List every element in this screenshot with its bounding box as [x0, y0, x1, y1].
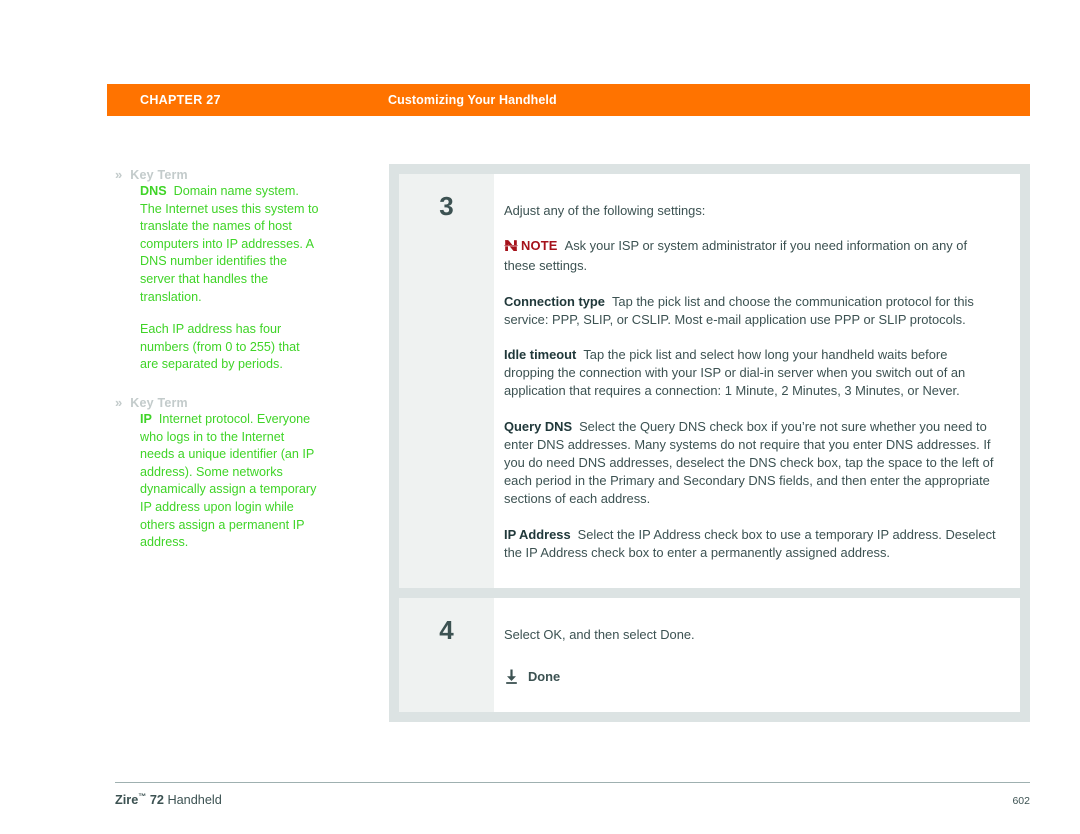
step-content: Adjust any of the following settings: NO… — [494, 174, 1020, 589]
key-term-block-ip: » Key Term IP Internet protocol. Everyone… — [115, 396, 320, 552]
footer-model: 72 — [149, 793, 164, 808]
key-term-block-dns: » Key Term DNS Domain name system. The In… — [115, 168, 320, 374]
setting-connection-type: Connection type Tap the pick list and cho… — [504, 293, 998, 329]
step-intro-text: Select OK, and then select Done. — [504, 627, 695, 643]
step-number: 3 — [439, 191, 454, 221]
chapter-label: CHAPTER 27 — [140, 93, 221, 107]
step-number: 4 — [439, 615, 454, 646]
key-term-text: Internet protocol. Everyone who logs in … — [140, 411, 317, 550]
setting-name: Idle timeout — [504, 347, 577, 363]
key-term-header: » Key Term — [115, 168, 320, 182]
step-number-cell: 4 — [399, 598, 494, 713]
done-button[interactable]: Done — [504, 668, 998, 686]
note-text: Ask your ISP or system administrator if … — [504, 238, 968, 274]
note-flag-icon — [504, 239, 518, 257]
key-term-header: » Key Term — [115, 396, 320, 410]
page-number: 602 — [1012, 795, 1030, 808]
setting-name: IP Address — [504, 526, 571, 542]
setting-idle-timeout: Idle timeout Tap the pick list and select… — [504, 346, 998, 401]
key-term-text: Domain name system. The Internet uses th… — [140, 184, 319, 304]
key-term-word: DNS — [140, 184, 167, 198]
step-intro-text: Adjust any of the following settings: — [504, 203, 706, 218]
step-content: Select OK, and then select Done. Done — [494, 598, 1020, 713]
setting-text: Select the Query DNS check box if you’re… — [504, 418, 994, 507]
key-term-definition: DNS Domain name system. The Internet uses… — [140, 183, 320, 374]
setting-name: Connection type — [504, 293, 605, 309]
setting-query-dns: Query DNS Select the Query DNS check box … — [504, 418, 998, 509]
setting-name: Query DNS — [504, 418, 573, 434]
header-title: Customizing Your Handheld — [388, 93, 557, 107]
key-term-extra-paragraph: Each IP address has four numbers (from 0… — [140, 322, 300, 372]
key-term-word: IP — [140, 411, 152, 426]
chapter-header-bar: CHAPTER 27 Customizing Your Handheld — [107, 84, 1030, 116]
footer-divider — [115, 782, 1030, 783]
footer-kind: Handheld — [167, 793, 222, 808]
trademark-icon: ™ — [138, 792, 147, 801]
double-chevron-right-icon: » — [115, 167, 122, 182]
setting-ip-address: IP Address Select the IP Address check bo… — [504, 526, 998, 562]
footer-product-name: Zire™ 72 Handheld — [115, 792, 222, 807]
double-chevron-right-icon: » — [115, 394, 122, 410]
setting-text: Select the IP Address check box to use a… — [504, 526, 996, 560]
done-label: Done — [528, 669, 561, 685]
download-done-icon — [504, 669, 519, 685]
footer-brand: Zire — [115, 793, 139, 808]
note-label: NOTE — [521, 238, 558, 254]
step-row: 3 Adjust any of the following settings: … — [399, 174, 1020, 589]
note-callout: NOTE Ask your ISP or system administrator… — [504, 237, 998, 275]
sidebar: » Key Term DNS Domain name system. The In… — [115, 168, 320, 574]
key-term-title: Key Term — [130, 395, 188, 410]
steps-panel: 3 Adjust any of the following settings: … — [389, 164, 1030, 723]
key-term-title: Key Term — [130, 168, 188, 182]
footer: Zire™ 72 Handheld 602 — [115, 792, 1030, 807]
step-number-cell: 3 — [399, 174, 494, 589]
step-row: 4 Select OK, and then select Done. Done — [399, 598, 1020, 713]
key-term-definition: IP Internet protocol. Everyone who logs i… — [140, 411, 320, 552]
